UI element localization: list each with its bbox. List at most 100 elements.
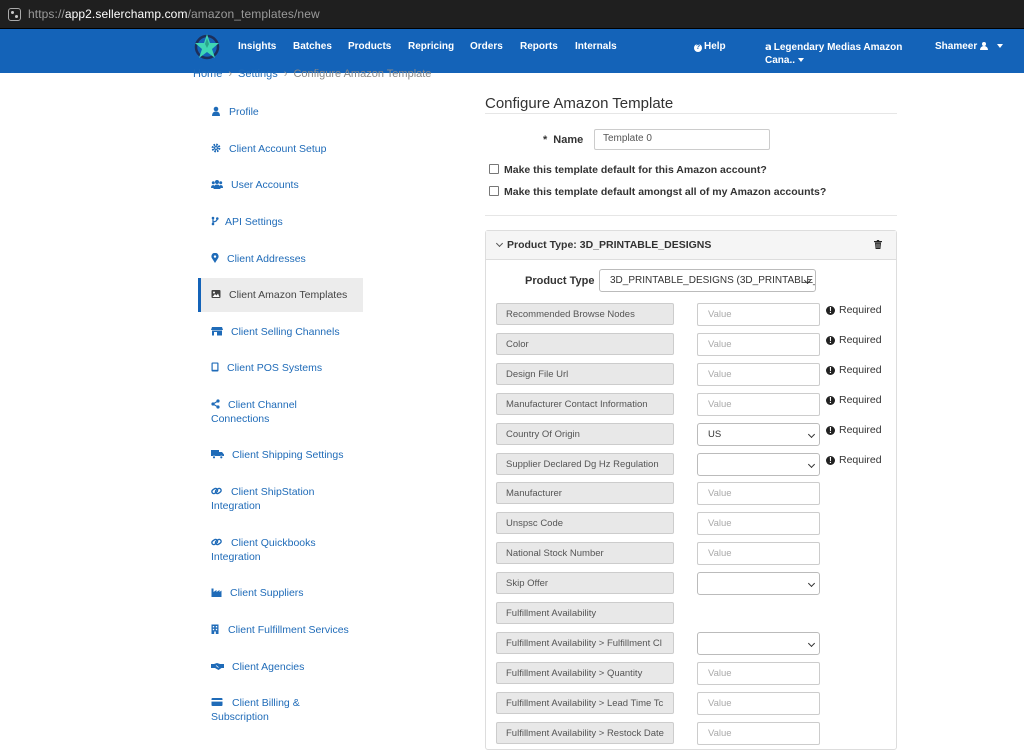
attribute-value-input[interactable]: Value — [697, 512, 820, 535]
sidebar-item-label-line2: Integration — [211, 500, 261, 512]
url-path: /amazon_templates/new — [187, 7, 320, 21]
chevron-down-icon — [807, 639, 816, 648]
sidebar-item-label-line2: Connections — [211, 413, 270, 425]
exclamation-circle-icon: ! — [826, 306, 835, 315]
product-type-panel-header[interactable]: Product Type: 3D_PRINTABLE_DESIGNS — [486, 231, 896, 260]
attribute-value-input[interactable]: Value — [697, 542, 820, 565]
default-account-checkbox[interactable] — [489, 164, 499, 174]
nav-reports[interactable]: Reports — [520, 41, 558, 52]
chevron-down-icon — [807, 460, 816, 469]
nav-products[interactable]: Products — [348, 41, 391, 52]
attribute-value-input[interactable]: Value — [697, 722, 820, 745]
question-circle-icon: ? — [694, 44, 702, 52]
sidebar-item-label: Client Selling Channels — [231, 326, 340, 338]
code-branch-icon — [211, 216, 219, 226]
attribute-label: Fulfillment Availability > Restock Date — [496, 722, 674, 744]
browser-url-bar[interactable]: https://app2.sellerchamp.com/amazon_temp… — [0, 0, 1024, 29]
attribute-value-select[interactable] — [697, 453, 820, 476]
user-menu[interactable]: Shameer — [935, 41, 1004, 52]
sidebar-item-client-billing-subscription[interactable]: Client Billing & Subscription — [199, 696, 361, 726]
chevron-down-icon — [807, 430, 816, 439]
attribute-value-select[interactable] — [697, 572, 820, 595]
exclamation-circle-icon: ! — [826, 366, 835, 375]
link-icon — [211, 538, 222, 546]
exclamation-circle-icon: ! — [826, 426, 835, 435]
tablet-icon — [211, 362, 219, 372]
nav-insights[interactable]: Insights — [238, 41, 276, 52]
attribute-label: National Stock Number — [496, 542, 674, 564]
required-asterisk: * — [543, 134, 548, 146]
sidebar-item-client-amazon-templates[interactable]: Client Amazon Templates — [198, 278, 363, 312]
help-label: Help — [704, 41, 726, 52]
attribute-value-input[interactable]: Value — [697, 363, 820, 386]
sidebar-item-client-quickbooks-integration[interactable]: Client Quickbooks Integration — [199, 536, 361, 566]
nav-batches[interactable]: Batches — [293, 41, 332, 52]
attribute-label: Color — [496, 333, 674, 355]
attribute-value-select[interactable]: US — [697, 423, 820, 446]
attribute-value-input[interactable]: Value — [697, 662, 820, 685]
attribute-label: Unspsc Code — [496, 512, 674, 534]
link-icon — [211, 487, 222, 495]
required-text: Required — [839, 304, 882, 316]
sidebar-item-label: Client Fulfillment Services — [228, 624, 349, 636]
top-navbar: Insights Batches Products Repricing Orde… — [0, 29, 1024, 73]
default-all-checkbox-label: Make this template default amongst all o… — [504, 186, 827, 198]
users-icon — [211, 180, 223, 189]
trash-icon[interactable] — [874, 240, 882, 249]
name-label: * Name — [543, 134, 583, 146]
section-divider — [485, 215, 897, 216]
breadcrumb-settings[interactable]: Settings — [238, 68, 278, 80]
attribute-label: Recommended Browse Nodes — [496, 303, 674, 325]
amazon-icon: a — [765, 42, 772, 53]
exclamation-circle-icon: ! — [826, 336, 835, 345]
sidebar-item-label: User Accounts — [231, 179, 299, 191]
breadcrumb-home[interactable]: Home — [193, 68, 222, 80]
required-indicator: ! Required — [826, 394, 882, 406]
attribute-value-input[interactable]: Value — [697, 393, 820, 416]
breadcrumb-separator: › — [228, 68, 233, 80]
attribute-label: Supplier Declared Dg Hz Regulation — [496, 453, 674, 475]
sidebar-item-client-channel-connections[interactable]: Client Channel Connections — [199, 398, 361, 428]
nav-internals[interactable]: Internals — [575, 41, 617, 52]
attribute-value-input[interactable]: Value — [697, 333, 820, 356]
attribute-label: Fulfillment Availability > Quantity — [496, 662, 674, 684]
map-marker-icon — [211, 253, 219, 263]
sidebar-item-label: Client Shipping Settings — [232, 449, 344, 461]
sidebar-item-label: Client Billing & — [232, 697, 300, 709]
sellerchamp-logo[interactable] — [193, 32, 221, 60]
nav-orders[interactable]: Orders — [470, 41, 503, 52]
attribute-value-input[interactable]: Value — [697, 303, 820, 326]
default-all-checkbox-row[interactable]: Make this template default amongst all o… — [489, 186, 826, 198]
default-all-checkbox[interactable] — [489, 186, 499, 196]
url-text[interactable]: https://app2.sellerchamp.com/amazon_temp… — [28, 7, 320, 21]
attribute-label: Country Of Origin — [496, 423, 674, 445]
template-name-input[interactable]: Template 0 — [594, 129, 770, 150]
caret-down-icon — [798, 58, 805, 62]
user-name: Shameer — [935, 41, 978, 52]
nav-repricing[interactable]: Repricing — [408, 41, 454, 52]
attribute-value-input[interactable]: Value — [697, 482, 820, 505]
default-account-checkbox-row[interactable]: Make this template default for this Amaz… — [489, 164, 767, 176]
required-indicator: ! Required — [826, 334, 882, 346]
attribute-value-input[interactable]: Value — [697, 692, 820, 715]
sidebar-item-label: Client Suppliers — [230, 587, 304, 599]
sidebar-item-client-shipstation-integration[interactable]: Client ShipStation Integration — [199, 485, 361, 515]
credit-card-icon — [211, 698, 223, 706]
help-link[interactable]: ? Help — [694, 41, 726, 52]
required-indicator: ! Required — [826, 364, 882, 376]
url-scheme: https:// — [28, 7, 65, 21]
site-settings-icon[interactable] — [8, 8, 21, 21]
attribute-select-value: US — [708, 429, 722, 440]
sidebar-item-label: API Settings — [225, 216, 283, 228]
attribute-value-select[interactable] — [697, 632, 820, 655]
product-type-select-value: 3D_PRINTABLE_DESIGNS (3D_PRINTABLE_D — [610, 275, 816, 286]
sidebar-item-label: Client POS Systems — [227, 362, 323, 374]
page-title: Configure Amazon Template — [485, 95, 674, 112]
attribute-label: Fulfillment Availability — [496, 602, 674, 624]
attribute-label: Manufacturer — [496, 482, 674, 504]
sidebar-item-label: Client Channel — [228, 399, 297, 411]
product-type-select[interactable]: 3D_PRINTABLE_DESIGNS (3D_PRINTABLE_D — [599, 269, 816, 292]
account-dropdown[interactable]: a Legendary Medias Amazon Cana.. — [765, 41, 915, 67]
panel-title: Product Type: 3D_PRINTABLE_DESIGNS — [495, 239, 711, 251]
breadcrumb-current: Configure Amazon Template — [293, 68, 432, 80]
